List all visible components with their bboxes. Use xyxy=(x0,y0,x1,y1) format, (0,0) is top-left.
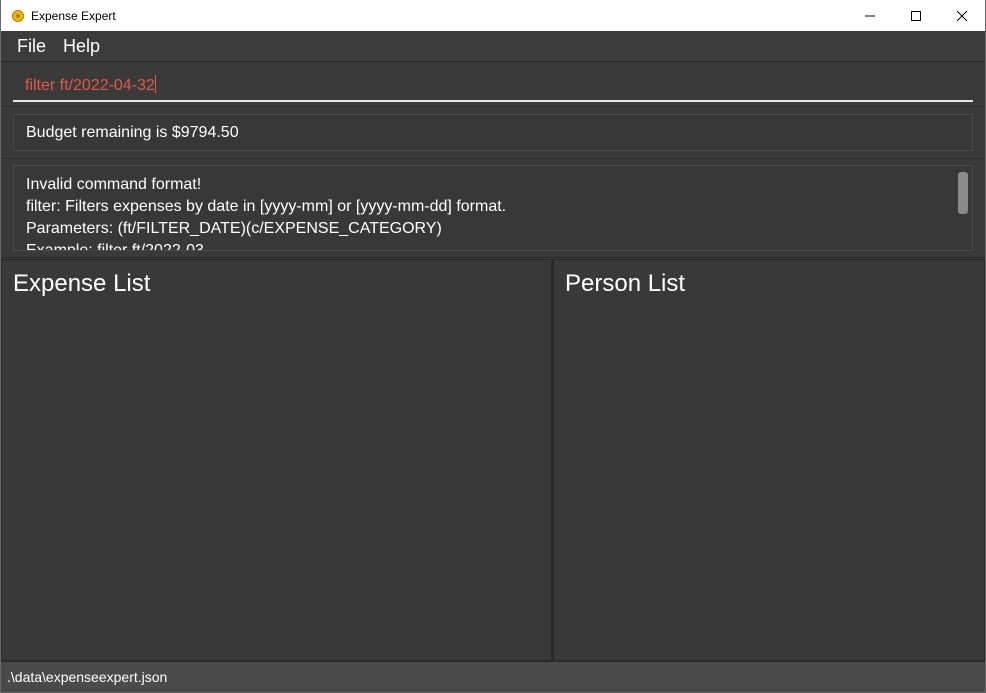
result-section: Invalid command format! filter: Filters … xyxy=(1,159,985,258)
result-line: Example: filter ft/2022-03 xyxy=(26,242,204,251)
app-window: Expense Expert File Help filter ft/2022-… xyxy=(0,0,986,693)
result-line: filter: Filters expenses by date in [yyy… xyxy=(26,198,507,215)
menu-help[interactable]: Help xyxy=(55,31,108,61)
result-line: Invalid command format! xyxy=(26,176,202,193)
menu-bar: File Help xyxy=(1,31,985,62)
result-scrollbar[interactable] xyxy=(958,172,968,214)
window-controls xyxy=(847,0,985,31)
maximize-icon xyxy=(911,10,921,21)
result-display[interactable]: Invalid command format! filter: Filters … xyxy=(13,165,973,251)
text-caret xyxy=(154,75,156,93)
person-list-panel: Person List xyxy=(553,259,985,661)
data-file-path: .\data\expenseexpert.json xyxy=(7,669,168,685)
minimize-icon xyxy=(865,15,875,16)
budget-section: Budget remaining is $9794.50 xyxy=(1,107,985,159)
command-text: filter ft/2022-04-32 xyxy=(25,77,155,94)
status-bar: .\data\expenseexpert.json xyxy=(1,661,985,692)
title-bar[interactable]: Expense Expert xyxy=(1,0,985,31)
window-title: Expense Expert xyxy=(31,8,116,23)
menu-file[interactable]: File xyxy=(9,31,54,61)
person-list-title: Person List xyxy=(565,270,686,297)
close-button[interactable] xyxy=(939,0,985,31)
result-line: Parameters: (ft/FILTER_DATE)(c/EXPENSE_C… xyxy=(26,220,442,237)
maximize-button[interactable] xyxy=(893,0,939,31)
expense-list-title: Expense List xyxy=(13,270,151,297)
command-box: filter ft/2022-04-32 xyxy=(1,62,985,107)
minimize-button[interactable] xyxy=(847,0,893,31)
lists-container: Expense List Person List xyxy=(1,259,985,661)
app-icon xyxy=(12,9,24,22)
close-icon xyxy=(956,10,968,21)
command-input[interactable]: filter ft/2022-04-32 xyxy=(13,72,973,102)
expense-list-panel: Expense List xyxy=(1,259,553,661)
budget-display: Budget remaining is $9794.50 xyxy=(13,114,973,151)
